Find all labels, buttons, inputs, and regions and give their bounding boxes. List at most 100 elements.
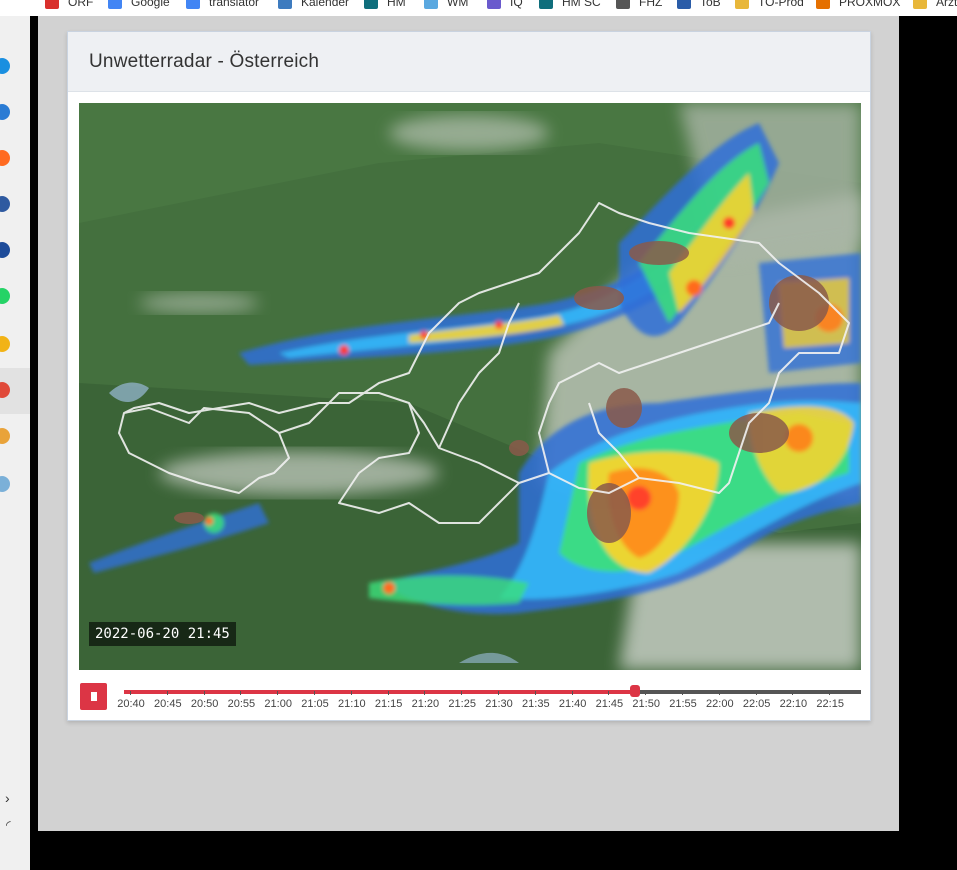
bookmark-hm-sc[interactable]: HM SC [539, 0, 601, 10]
bookmark-label: WM [447, 0, 469, 9]
folder-icon[interactable] [0, 336, 10, 352]
plus-circle-icon [616, 0, 630, 9]
timeline-tick-label: 21:35 [522, 698, 550, 710]
timeline-tick-label: 21:40 [558, 698, 587, 710]
radar-map[interactable]: 2022-06-20 21:45 [79, 103, 861, 670]
orf-icon [45, 0, 59, 9]
timeline-tick-label: 21:20 [411, 698, 440, 710]
timeline-tick[interactable]: 21:10 [334, 691, 370, 710]
timeline-tick[interactable]: 20:40 [113, 691, 149, 710]
stop-button[interactable] [80, 683, 107, 710]
iq-icon [487, 0, 501, 9]
timeline-tick[interactable]: 21:15 [371, 691, 407, 710]
timeline-tick[interactable]: 21:20 [407, 691, 443, 710]
bookmark-label: ToB [700, 0, 721, 9]
bookmark-orf[interactable]: ORF [45, 0, 93, 10]
folder-icon [735, 0, 749, 9]
timeline-tick[interactable]: 22:00 [702, 691, 738, 710]
mail-icon[interactable] [0, 104, 10, 120]
bookmark--rzte[interactable]: Ärzte [913, 0, 957, 10]
timeline-tick-label: 22:05 [742, 698, 771, 710]
timeline-tick[interactable]: 21:35 [518, 691, 554, 710]
timeline-tick-label: 21:55 [669, 698, 697, 710]
bookmark-kalender[interactable]: Kalender [278, 0, 349, 10]
timeline-tick[interactable]: 21:25 [444, 691, 480, 710]
bookmark-hm[interactable]: HM [364, 0, 406, 10]
timeline-tick[interactable]: 21:45 [591, 691, 627, 710]
timeline-tick-label: 20:45 [154, 698, 182, 710]
bookmark-label: translator [209, 0, 260, 9]
bookmark-proxmox[interactable]: PROXMOX [816, 0, 900, 10]
timeline-tick-label: 22:00 [706, 698, 734, 710]
bookmark-wm[interactable]: WM [424, 0, 468, 10]
timeline-tick-label: 20:50 [190, 698, 219, 710]
google-icon [186, 0, 200, 9]
bookmarks-bar: ORF Google translator Kalender HM WM IQ HM SC FH… [0, 0, 957, 16]
bookmark-google[interactable]: Google [108, 0, 170, 10]
wifi-icon[interactable]: ◜ [6, 818, 11, 832]
card-header: Unwetterradar - Österreich [68, 32, 870, 92]
bookmark-label: PROXMOX [839, 0, 901, 9]
edge-icon[interactable] [0, 58, 10, 74]
timeline-tick-label: 22:10 [779, 698, 808, 710]
info-icon [677, 0, 691, 9]
hm-icon [539, 0, 553, 9]
timeline-tick-label: 21:05 [301, 698, 329, 710]
timeline-tick[interactable]: 22:05 [739, 691, 775, 710]
timeline-tick-label: 21:10 [338, 698, 366, 710]
timeline-tick-label: 21:15 [374, 698, 403, 710]
timeline-tick[interactable]: 21:30 [481, 691, 517, 710]
file-icon[interactable] [0, 476, 10, 492]
timeline-labels: 20:40 20:45 20:50 20:55 21:00 21:05 21:10 21:15… [113, 691, 861, 720]
timeline-tick[interactable]: 20:55 [223, 691, 259, 710]
bookmark-label: TO-Prod [758, 0, 804, 9]
window-border [30, 16, 38, 870]
bookmark-label: Ärzte [936, 0, 957, 9]
bookmark-label: Kalender [301, 0, 350, 9]
radar-card: Unwetterradar - Österreich 2022-06-20 21… [67, 31, 871, 721]
timeline-tick[interactable]: 21:55 [665, 691, 701, 710]
wm-icon [424, 0, 438, 9]
radar-map-graphic [79, 103, 861, 670]
timeline-tick-label: 21:45 [595, 698, 624, 710]
stop-icon [90, 692, 97, 701]
bookmark-label: HM [387, 0, 406, 9]
timeline-tick[interactable]: 22:10 [775, 691, 811, 710]
timeline-tick[interactable]: 21:05 [297, 691, 333, 710]
taskbar: › ◜ [0, 0, 30, 870]
timeline-tick-label: 21:50 [632, 698, 660, 710]
paint-icon[interactable] [0, 428, 10, 444]
timeline-tick[interactable]: 20:45 [150, 691, 186, 710]
timeline-tick-label: 20:55 [227, 698, 256, 710]
bookmark-label: HM SC [562, 0, 601, 9]
timeline-track[interactable] [124, 690, 861, 694]
bookmark-translator[interactable]: translator [186, 0, 259, 10]
card-title: Unwetterradar - Österreich [89, 50, 320, 72]
timeline-tick[interactable]: 21:40 [555, 691, 591, 710]
timeline-progress [124, 690, 635, 694]
timeline-tick[interactable]: 22:15 [812, 691, 848, 710]
proxmox-icon [816, 0, 830, 9]
bookmark-fhz[interactable]: FHZ [616, 0, 662, 10]
chevron-right-icon[interactable]: › [5, 790, 10, 806]
radar-timestamp: 2022-06-20 21:45 [89, 622, 236, 646]
calendar-icon [278, 0, 292, 9]
whatsapp-icon[interactable] [0, 288, 10, 304]
folder-icon [913, 0, 927, 9]
bookmark-to-prod[interactable]: TO-Prod [735, 0, 804, 10]
timeline-tick-label: 22:15 [816, 698, 844, 710]
timeline-tick-label: 21:30 [485, 698, 513, 710]
bookmark-iq[interactable]: IQ [487, 0, 523, 10]
calculator-icon[interactable] [0, 196, 10, 212]
bookmark-label: Google [131, 0, 170, 9]
timeline-tick[interactable]: 21:50 [628, 691, 664, 710]
google-icon [108, 0, 122, 9]
bookmark-label: ORF [68, 0, 94, 9]
app-icon[interactable] [0, 242, 10, 258]
bookmark-tob[interactable]: ToB [677, 0, 721, 10]
firefox-icon[interactable] [0, 150, 10, 166]
hm-icon [364, 0, 378, 9]
timeline-tick-label: 21:25 [448, 698, 476, 710]
timeline-tick[interactable]: 21:00 [260, 691, 296, 710]
timeline-tick[interactable]: 20:50 [187, 691, 223, 710]
